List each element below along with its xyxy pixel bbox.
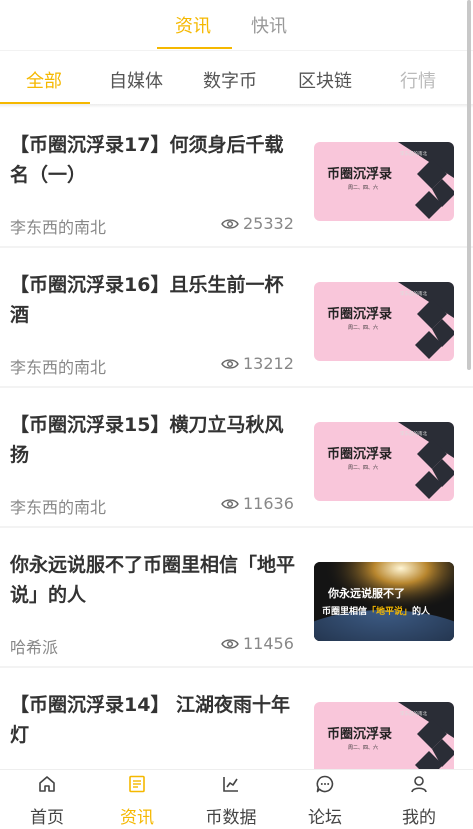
tab-flash[interactable]: 快讯 bbox=[251, 12, 287, 38]
top-tab-indicator bbox=[157, 47, 232, 49]
article-item[interactable]: 【币圈沉浮录17】何须身后千载名（一） 李东西的南北 25332 币圈沉浮录周二、四、… bbox=[0, 108, 473, 248]
thumbnail-graphic: 你永远说服不了币圈里相信「地平说」的人 bbox=[314, 562, 454, 641]
user-icon bbox=[411, 776, 427, 793]
article-author: 李东西的南北 bbox=[10, 218, 107, 237]
category-self-media[interactable]: 自媒体 bbox=[109, 67, 163, 93]
thumbnail-tag: 李东西的南北 bbox=[400, 430, 427, 437]
article-author: 李东西的南北 bbox=[10, 358, 107, 377]
tabbar-coin-data-label: 币数据 bbox=[205, 808, 257, 828]
category-market[interactable]: 行情 bbox=[400, 67, 436, 93]
view-count-value: 25332 bbox=[243, 214, 294, 233]
view-count: 11636 bbox=[221, 494, 294, 513]
thumbnail-heading: 币圈沉浮录 bbox=[327, 306, 392, 322]
tabbar-forum[interactable]: 论坛 bbox=[278, 770, 372, 829]
svg-text:币圈里相信「地平说」的人: 币圈里相信「地平说」的人 bbox=[322, 605, 431, 617]
category-bar: 全部 自媒体 数字币 区块链 行情 bbox=[0, 52, 473, 104]
article-title[interactable]: 【币圈沉浮录16】且乐生前一杯酒 bbox=[10, 270, 296, 330]
tabbar-home[interactable]: 首页 bbox=[0, 770, 94, 829]
view-count: 25332 bbox=[221, 214, 294, 233]
eye-icon bbox=[221, 218, 239, 229]
home-icon bbox=[39, 776, 55, 792]
scrollbar[interactable] bbox=[467, 0, 471, 370]
thumbnail-line2-pre: 币圈里相信 bbox=[322, 605, 367, 617]
article-title[interactable]: 【币圈沉浮录15】横刀立马秋风扬 bbox=[10, 410, 296, 470]
chat-icon bbox=[316, 775, 334, 793]
top-divider bbox=[0, 50, 473, 51]
top-tab-bar: 资讯 快讯 bbox=[0, 0, 473, 51]
thumbnail-line1: 你永远说服不了 bbox=[327, 586, 405, 600]
tabbar-home-label: 首页 bbox=[30, 808, 64, 828]
article-item[interactable]: 【币圈沉浮录15】横刀立马秋风扬 李东西的南北 11636 币圈沉浮录 周二、四、六 李东… bbox=[0, 388, 473, 528]
tabbar-coin-data[interactable]: 币数据 bbox=[184, 770, 278, 829]
thumbnail-line2-post: 的人 bbox=[412, 605, 431, 617]
category-digital-coin[interactable]: 数字币 bbox=[203, 67, 257, 93]
view-count-value: 11636 bbox=[243, 494, 294, 513]
thumbnail-tag: 李东西的南北 bbox=[400, 290, 427, 297]
article-author: 哈希派 bbox=[10, 638, 59, 657]
tabbar-news[interactable]: 资讯 bbox=[90, 770, 184, 829]
article-thumbnail[interactable]: 你永远说服不了币圈里相信「地平说」的人 bbox=[314, 562, 454, 641]
article-thumbnail[interactable]: 币圈沉浮录周二、四、六 李东西的南北 bbox=[314, 282, 454, 361]
thumbnail-tag: 李东西的南北 bbox=[400, 150, 427, 157]
view-count: 13212 bbox=[221, 354, 294, 373]
thumbnail-subtitle: 周二、四、六 bbox=[348, 744, 378, 751]
article-thumbnail[interactable]: 币圈沉浮录周二、四、六 李东西的南北 bbox=[314, 422, 454, 501]
category-blockchain[interactable]: 区块链 bbox=[298, 67, 352, 93]
tabbar-forum-label: 论坛 bbox=[308, 808, 342, 828]
thumbnail-line2-highlight: 「地平说」 bbox=[367, 605, 412, 617]
thumbnail-heading: 币圈沉浮录 bbox=[327, 446, 392, 462]
tabbar-mine[interactable]: 我的 bbox=[372, 770, 466, 829]
eye-icon bbox=[221, 498, 239, 509]
eye-icon bbox=[221, 358, 239, 369]
bottom-tab-bar: 首页 资讯 币数据 论坛 我的 bbox=[0, 769, 473, 829]
thumbnail-graphic: 币圈沉浮录周二、四、六 李东西的南北 bbox=[327, 282, 454, 359]
category-all[interactable]: 全部 bbox=[26, 67, 62, 93]
article-item[interactable]: 【币圈沉浮录16】且乐生前一杯酒 李东西的南北 13212 币圈沉浮录 周二、四、六 李东… bbox=[0, 248, 473, 388]
chart-icon bbox=[223, 777, 238, 792]
view-count-value: 13212 bbox=[243, 354, 294, 373]
thumbnail-heading: 币圈沉浮录 bbox=[327, 166, 392, 182]
tabbar-news-label: 资讯 bbox=[120, 808, 154, 828]
article-item[interactable]: 你永远说服不了币圈里相信「地平说」的人 哈希派 11456 你永远说服不了 币圈里相信「… bbox=[0, 528, 473, 668]
article-thumbnail[interactable]: 币圈沉浮录周二、四、六 李东西的南北 bbox=[314, 142, 454, 221]
thumbnail-subtitle: 周二、四、六 bbox=[348, 464, 378, 471]
thumbnail-heading: 币圈沉浮录 bbox=[327, 726, 392, 742]
thumbnail-tag: 李东西的南北 bbox=[400, 710, 427, 717]
tabbar-mine-label: 我的 bbox=[402, 808, 436, 828]
thumbnail-subtitle: 周二、四、六 bbox=[348, 184, 378, 191]
thumbnail-graphic: 币圈沉浮录周二、四、六 李东西的南北 bbox=[327, 422, 454, 499]
thumbnail-subtitle: 周二、四、六 bbox=[348, 324, 378, 331]
eye-icon bbox=[221, 638, 239, 649]
article-title[interactable]: 【币圈沉浮录17】何须身后千载名（一） bbox=[10, 130, 296, 190]
view-count: 11456 bbox=[221, 634, 294, 653]
view-count-value: 11456 bbox=[243, 634, 294, 653]
article-title[interactable]: 你永远说服不了币圈里相信「地平说」的人 bbox=[10, 550, 296, 610]
tab-news[interactable]: 资讯 bbox=[175, 12, 211, 38]
article-author: 李东西的南北 bbox=[10, 498, 107, 517]
article-title[interactable]: 【币圈沉浮录14】 江湖夜雨十年灯 bbox=[10, 690, 296, 750]
thumbnail-graphic: 币圈沉浮录周二、四、六 李东西的南北 bbox=[327, 142, 454, 219]
article-feed[interactable]: 【币圈沉浮录17】何须身后千载名（一） 李东西的南北 25332 币圈沉浮录 周二、四、… bbox=[0, 108, 473, 808]
news-icon bbox=[129, 775, 145, 793]
